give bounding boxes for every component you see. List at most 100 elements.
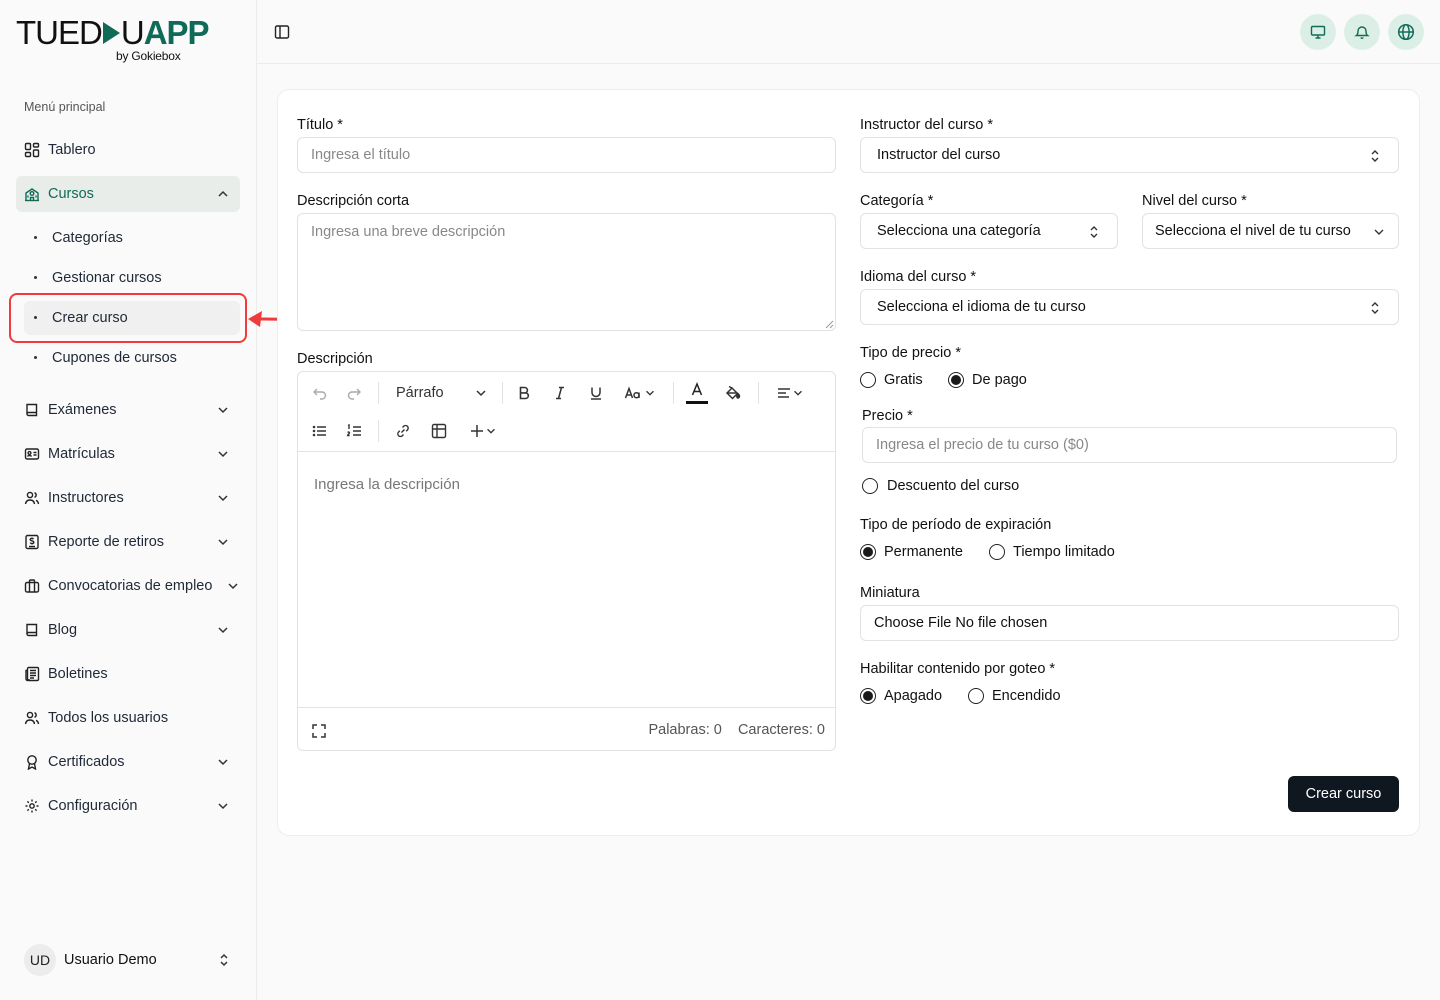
redo-button[interactable] bbox=[344, 381, 364, 405]
resize-handle-icon[interactable] bbox=[825, 320, 834, 329]
sidebar-item-label: Reporte de retiros bbox=[48, 534, 165, 550]
chevron-down-icon bbox=[794, 390, 802, 396]
thumbnail-file-input[interactable]: Choose File No file chosen bbox=[860, 605, 1399, 641]
sidebar-toggle-icon[interactable] bbox=[274, 24, 290, 40]
radio-label: De pago bbox=[972, 372, 1027, 388]
chevron-down-icon bbox=[218, 627, 228, 634]
table-button[interactable] bbox=[429, 419, 449, 443]
sidebar-item-todos-usuarios[interactable]: Todos los usuarios bbox=[16, 700, 240, 736]
radio-indicator bbox=[860, 372, 876, 388]
choose-file-button[interactable]: Choose File bbox=[874, 615, 951, 631]
language-select[interactable]: Selecciona el idioma de tu curso bbox=[860, 289, 1399, 325]
gear-icon bbox=[24, 798, 40, 814]
sidebar-item-instructores[interactable]: Instructores bbox=[16, 480, 240, 516]
sidebar-item-convocatorias[interactable]: Convocatorias de empleo bbox=[16, 568, 250, 604]
chevron-down-icon bbox=[218, 539, 228, 546]
sidebar-item-certificados[interactable]: Certificados bbox=[16, 744, 240, 780]
price-type-free-radio[interactable]: Gratis bbox=[860, 372, 923, 388]
chevrons-up-down-icon bbox=[1090, 226, 1098, 238]
language-label: Idioma del curso * bbox=[860, 269, 977, 285]
logo-text-u: U bbox=[120, 14, 145, 51]
chevron-down-icon bbox=[646, 390, 654, 396]
sidebar-item-configuracion[interactable]: Configuración bbox=[16, 788, 240, 824]
text-color-swatch bbox=[686, 401, 708, 404]
sidebar-item-tablero[interactable]: Tablero bbox=[16, 132, 240, 168]
user-name: Usuario Demo bbox=[64, 952, 157, 968]
radio-label: Gratis bbox=[884, 372, 923, 388]
title-input[interactable]: Ingresa el título bbox=[297, 137, 836, 173]
instructor-select[interactable]: Instructor del curso bbox=[860, 137, 1399, 173]
sidebar-item-label: Todos los usuarios bbox=[48, 710, 169, 726]
sidebar: TUED U APP by Gokiebox Menú principal Ta… bbox=[0, 0, 257, 1000]
bullet-icon bbox=[34, 356, 37, 359]
text-color-icon bbox=[691, 382, 703, 396]
editor-counts: Palabras: 0 Caracteres: 0 bbox=[648, 722, 825, 738]
sidebar-item-label: Configuración bbox=[48, 798, 138, 814]
drip-on-radio[interactable]: Encendido bbox=[968, 688, 1061, 704]
italic-button[interactable] bbox=[550, 381, 570, 405]
bold-button[interactable] bbox=[514, 381, 534, 405]
sidebar-item-label: Cursos bbox=[48, 186, 94, 202]
highlight-color-button[interactable] bbox=[722, 381, 744, 405]
bullet-icon bbox=[34, 276, 37, 279]
expiration-limited-radio[interactable]: Tiempo limitado bbox=[989, 544, 1115, 560]
price-type-paid-radio[interactable]: De pago bbox=[948, 372, 1027, 388]
bell-icon bbox=[1354, 26, 1370, 39]
short-description-textarea[interactable]: Ingresa una breve descripción bbox=[297, 213, 836, 331]
sidebar-item-blog[interactable]: Blog bbox=[16, 612, 240, 648]
chevron-down-icon bbox=[218, 759, 228, 766]
brand-logo[interactable]: TUED U APP by Gokiebox bbox=[16, 16, 216, 68]
insert-dropdown[interactable] bbox=[465, 419, 501, 443]
category-select[interactable]: Selecciona una categoría bbox=[860, 213, 1118, 249]
link-icon bbox=[397, 424, 409, 438]
underline-button[interactable] bbox=[586, 381, 606, 405]
logo-subtitle: by Gokiebox bbox=[116, 49, 181, 63]
language-select-value: Selecciona el idioma de tu curso bbox=[877, 299, 1086, 315]
sidebar-item-matriculas[interactable]: Matrículas bbox=[16, 436, 240, 472]
fullscreen-icon[interactable] bbox=[311, 723, 327, 739]
link-button[interactable] bbox=[393, 419, 413, 443]
price-type-label: Tipo de precio * bbox=[860, 345, 962, 361]
sidebar-subitem-cupones[interactable]: Cupones de cursos bbox=[24, 341, 240, 375]
drip-off-radio[interactable]: Apagado bbox=[860, 688, 942, 704]
paint-bucket-icon bbox=[725, 385, 741, 400]
drip-label: Habilitar contenido por goteo * bbox=[860, 661, 1056, 677]
expiration-permanent-radio[interactable]: Permanente bbox=[860, 544, 963, 560]
numbered-list-button[interactable] bbox=[344, 419, 364, 443]
monitor-icon bbox=[1310, 25, 1326, 39]
annotation-highlight bbox=[9, 293, 247, 343]
sidebar-subitem-gestionar-cursos[interactable]: Gestionar cursos bbox=[24, 261, 240, 295]
text-color-button[interactable] bbox=[686, 378, 708, 408]
bullet-list-button[interactable] bbox=[310, 419, 330, 443]
users-icon bbox=[24, 490, 40, 506]
sidebar-item-boletines[interactable]: Boletines bbox=[16, 656, 240, 692]
editor-content-area[interactable]: Ingresa la descripción bbox=[298, 451, 835, 708]
toolbar-divider bbox=[378, 420, 379, 442]
numbered-list-icon bbox=[346, 423, 361, 437]
level-select[interactable]: Selecciona el nivel de tu curso bbox=[1142, 213, 1399, 249]
undo-button[interactable] bbox=[310, 381, 330, 405]
checkbox-label: Descuento del curso bbox=[887, 478, 1020, 494]
align-dropdown[interactable] bbox=[772, 381, 808, 405]
create-course-button[interactable]: Crear curso bbox=[1288, 776, 1399, 812]
short-description-label: Descripción corta bbox=[297, 193, 410, 209]
discount-checkbox[interactable]: Descuento del curso bbox=[862, 478, 1019, 494]
block-type-dropdown[interactable]: Párrafo bbox=[396, 381, 488, 405]
book-open-icon bbox=[24, 622, 40, 638]
notifications-button[interactable] bbox=[1344, 14, 1380, 50]
italic-icon bbox=[556, 386, 564, 400]
bullet-list-icon bbox=[312, 425, 326, 437]
monitor-button[interactable] bbox=[1300, 14, 1336, 50]
sidebar-subitem-label: Categorías bbox=[52, 230, 123, 246]
radio-indicator bbox=[968, 688, 984, 704]
price-input[interactable]: Ingresa el precio de tu curso ($0) bbox=[862, 427, 1397, 463]
sidebar-item-cursos[interactable]: Cursos bbox=[16, 176, 240, 212]
sidebar-item-reporte-retiros[interactable]: Reporte de retiros bbox=[16, 524, 240, 560]
user-menu[interactable]: UD Usuario Demo bbox=[24, 944, 240, 976]
book-icon bbox=[24, 402, 40, 418]
logo-text: TUED bbox=[16, 14, 103, 51]
font-size-dropdown[interactable] bbox=[620, 381, 660, 405]
sidebar-item-examenes[interactable]: Exámenes bbox=[16, 392, 240, 428]
language-button[interactable] bbox=[1388, 14, 1424, 50]
sidebar-subitem-categorias[interactable]: Categorías bbox=[24, 221, 240, 255]
